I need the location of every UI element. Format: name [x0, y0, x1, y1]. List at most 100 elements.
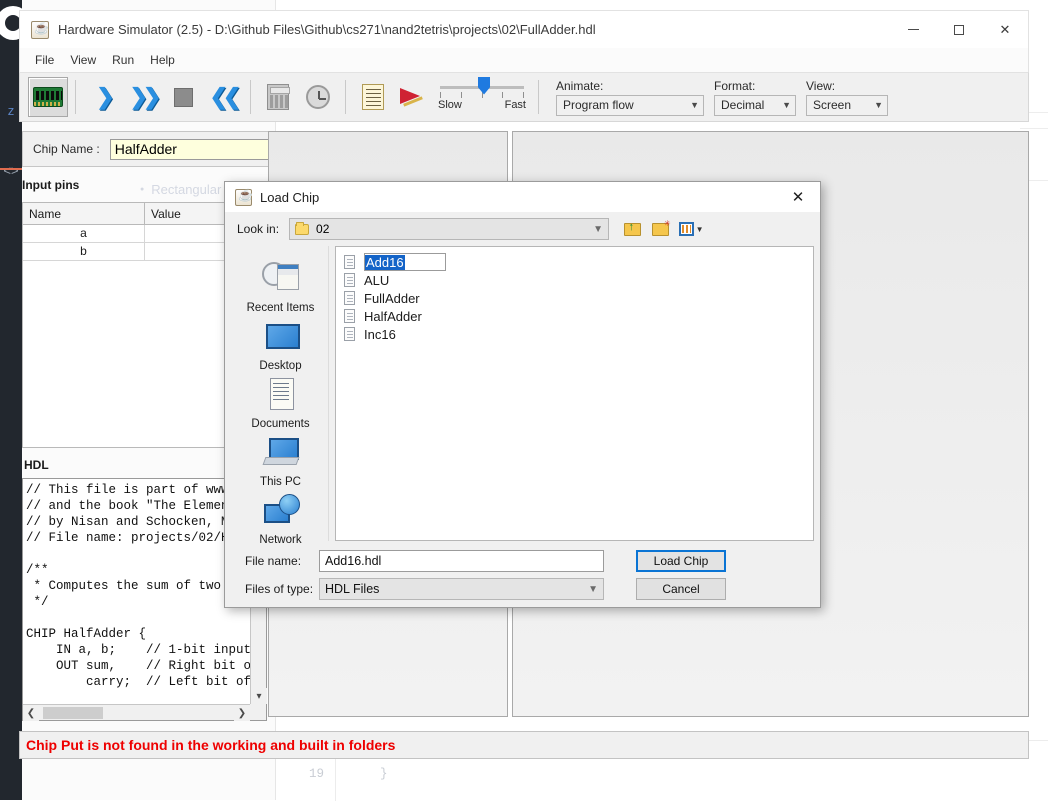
- dialog-body: Recent Items Desktop Documents This PC N…: [233, 246, 814, 546]
- file-type-label: Files of type:: [245, 582, 314, 596]
- chevron-down-icon: ▼: [588, 583, 598, 595]
- ghost-label: Rectangular: [140, 182, 221, 197]
- speed-slider-labels: Slow Fast: [438, 99, 526, 111]
- animate-group: Animate: Program flow ▼: [556, 79, 704, 116]
- code-line-number: 19: [308, 767, 324, 781]
- menu-run[interactable]: Run: [105, 50, 141, 70]
- maximize-icon: [954, 24, 964, 35]
- look-in-select[interactable]: 02 ▼: [289, 218, 610, 240]
- place-label: Desktop: [259, 360, 302, 372]
- title-bar: Hardware Simulator (2.5) - D:\Github Fil…: [19, 10, 1029, 48]
- toolbar-separator: [345, 80, 346, 114]
- up-one-level-button[interactable]: [621, 219, 643, 239]
- minimize-button[interactable]: [890, 11, 936, 49]
- file-icon: [344, 273, 355, 287]
- place-desktop[interactable]: Desktop: [235, 318, 327, 372]
- format-group: Format: Decimal ▼: [714, 79, 796, 116]
- java-coffee-icon: [31, 20, 49, 39]
- chevron-down-icon[interactable]: ▾: [251, 688, 267, 704]
- speed-slider-track[interactable]: [440, 76, 524, 95]
- hdl-title: HDL: [24, 458, 49, 472]
- input-pins-title: Input pins: [22, 178, 80, 192]
- chip-icon: [33, 87, 63, 107]
- file-name-row: File name: Add16.hdl Load Chip: [233, 550, 814, 572]
- double-chevron-icon: ❯❯: [129, 84, 162, 109]
- list-item[interactable]: Add16: [340, 253, 813, 271]
- toolbar-separator: [538, 80, 539, 114]
- animate-select-value: Program flow: [563, 98, 634, 112]
- pin-name: b: [23, 243, 145, 260]
- view-select[interactable]: Screen ▼: [806, 94, 888, 116]
- column-header-name: Name: [23, 203, 145, 224]
- look-in-value: 02: [316, 222, 330, 236]
- scrollbar-thumb[interactable]: [43, 707, 103, 719]
- animate-select[interactable]: Program flow ▼: [556, 94, 704, 116]
- list-item[interactable]: ALU: [340, 271, 813, 289]
- calculator-button[interactable]: [258, 77, 298, 117]
- hdl-code-text: // This file is part of www.n // and the…: [26, 483, 250, 689]
- place-recent-items[interactable]: Recent Items: [235, 260, 327, 314]
- toolbar: ❯ ❯❯ ❮❮ Slow Fast Animate: Program flow …: [19, 72, 1029, 122]
- menu-view[interactable]: View: [63, 50, 103, 70]
- toolbar-separator: [75, 80, 76, 114]
- clock-button[interactable]: [298, 77, 338, 117]
- maximize-button[interactable]: [936, 11, 982, 49]
- run-button[interactable]: ❯❯: [123, 77, 163, 117]
- file-type-select[interactable]: HDL Files ▼: [319, 578, 604, 600]
- speed-slider-ticks: [440, 91, 524, 98]
- hdl-horizontal-scrollbar[interactable]: ❮ ❯: [23, 704, 250, 721]
- desktop-icon: [262, 318, 300, 356]
- chevron-down-icon: ▼: [695, 224, 704, 234]
- view-menu-button[interactable]: ▼: [677, 219, 705, 239]
- error-message: Chip Put is not found in the working and…: [26, 737, 396, 753]
- place-network[interactable]: Network: [235, 492, 327, 546]
- list-item[interactable]: FullAdder: [340, 289, 813, 307]
- list-item[interactable]: Inc16: [340, 325, 813, 343]
- toolbar-separator: [250, 80, 251, 114]
- red-flag-icon: [400, 86, 426, 108]
- load-chip-button[interactable]: [28, 77, 68, 117]
- file-name: ALU: [364, 272, 390, 288]
- dialog-close-button[interactable]: ✕: [776, 182, 820, 212]
- file-list[interactable]: Add16 ALU FullAdder HalfAdder Inc16: [335, 246, 814, 541]
- speed-slow-label: Slow: [438, 98, 462, 111]
- file-rename-input[interactable]: Add16: [364, 253, 446, 271]
- list-item[interactable]: HalfAdder: [340, 307, 813, 325]
- stop-square-icon: [173, 87, 193, 107]
- place-documents[interactable]: Documents: [235, 376, 327, 430]
- chevron-down-icon: ▼: [690, 100, 699, 110]
- cancel-button[interactable]: Cancel: [636, 578, 726, 600]
- single-chevron-icon: ❯: [96, 84, 115, 109]
- file-name-selected: Add16: [365, 254, 405, 270]
- format-select[interactable]: Decimal ▼: [714, 94, 796, 116]
- file-type-value: HDL Files: [325, 582, 380, 596]
- close-button[interactable]: ✕: [982, 11, 1028, 49]
- breakpoints-button[interactable]: [393, 77, 433, 117]
- chip-name-label: Chip Name :: [33, 142, 100, 156]
- view-group: View: Screen ▼: [806, 79, 888, 116]
- stop-button[interactable]: [163, 77, 203, 117]
- create-new-folder-button[interactable]: [649, 219, 671, 239]
- menu-file[interactable]: File: [28, 50, 61, 70]
- file-name-input[interactable]: Add16.hdl: [319, 550, 604, 572]
- folder-up-icon: [623, 221, 641, 236]
- menu-help[interactable]: Help: [143, 50, 182, 70]
- speed-fast-label: Fast: [504, 98, 526, 111]
- script-button[interactable]: [353, 77, 393, 117]
- status-bar: Chip Put is not found in the working and…: [19, 731, 1029, 759]
- file-name: HalfAdder: [364, 308, 422, 324]
- load-chip-dialog: Load Chip ✕ Look in: 02 ▼ ▼ Recent Items: [224, 181, 821, 608]
- format-select-value: Decimal: [721, 98, 765, 112]
- chevron-right-icon[interactable]: ❯: [234, 705, 250, 721]
- reset-button[interactable]: ❮❮: [203, 77, 243, 117]
- chevron-left-icon[interactable]: ❮: [23, 705, 39, 721]
- scrollbar-corner: [250, 704, 266, 720]
- single-step-button[interactable]: ❯: [83, 77, 123, 117]
- place-label: Documents: [251, 418, 310, 430]
- view-label: View:: [806, 78, 836, 93]
- speed-slider[interactable]: Slow Fast: [437, 76, 527, 111]
- rewind-chevron-icon: ❮❮: [209, 84, 242, 109]
- place-this-pc[interactable]: This PC: [235, 434, 327, 488]
- recent-items-icon: [261, 260, 300, 298]
- load-chip-confirm-button[interactable]: Load Chip: [636, 550, 726, 572]
